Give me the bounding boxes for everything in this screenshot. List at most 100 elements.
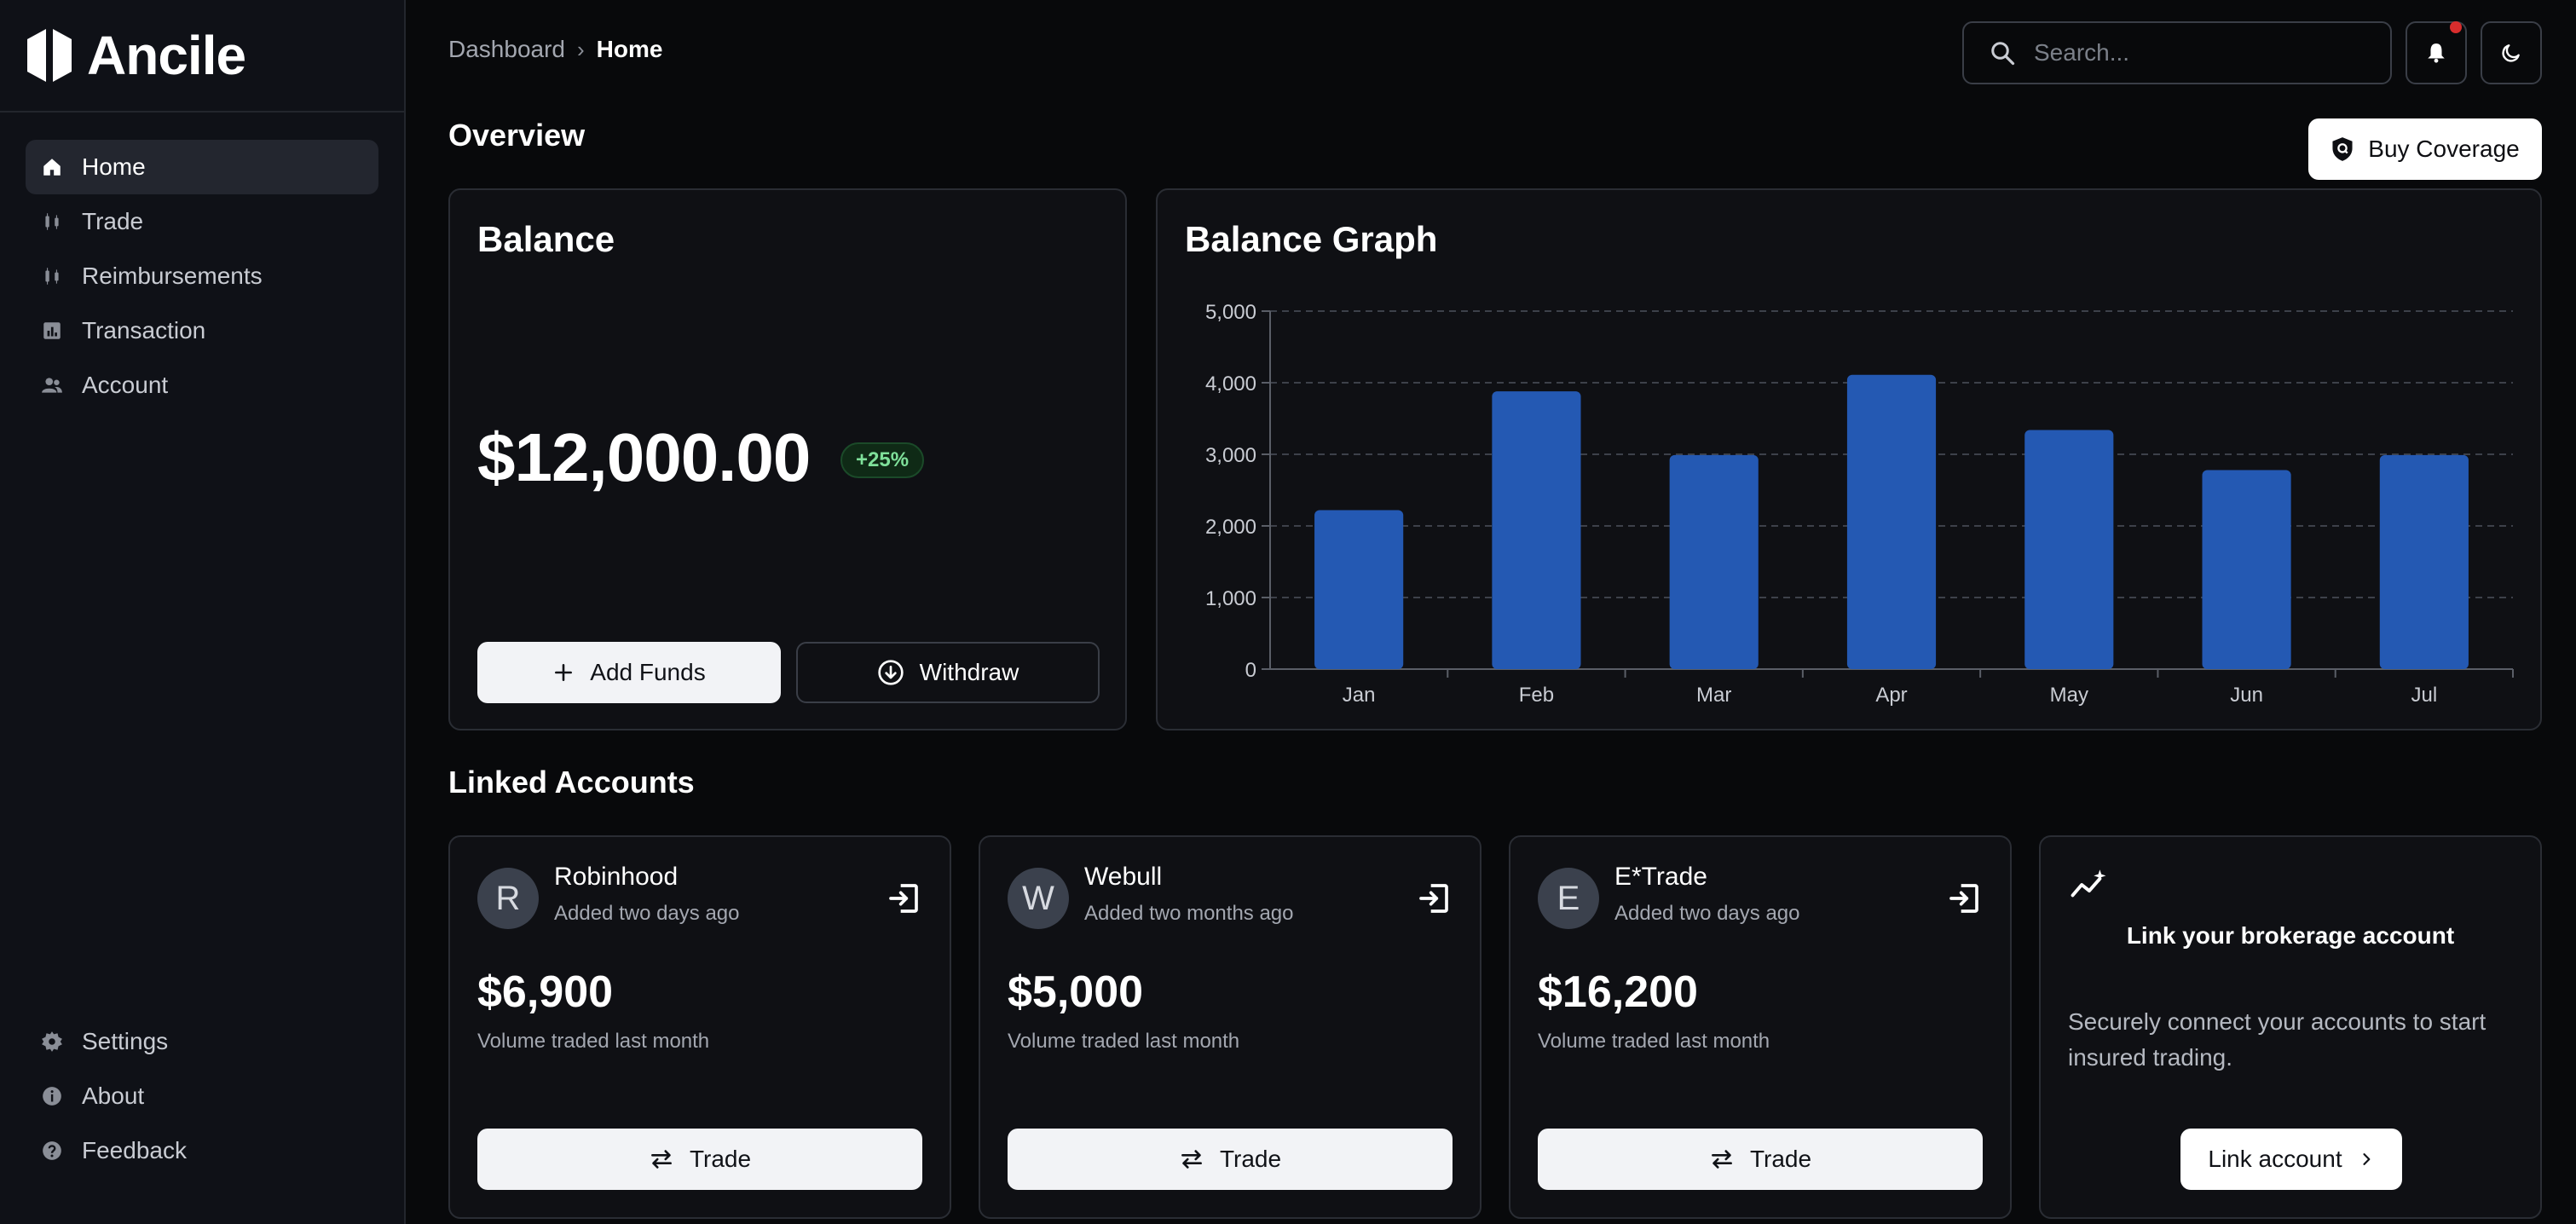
- x-tick-label: Mar: [1696, 684, 1731, 707]
- exit-icon[interactable]: [1417, 881, 1451, 915]
- ancile-logo-icon: [27, 29, 72, 82]
- account-added-date: Added two months ago: [1084, 902, 1294, 925]
- account-card: W Webull Added two months ago $5,000 Vol…: [979, 835, 1481, 1219]
- account-added-date: Added two days ago: [554, 902, 740, 925]
- sidebar-item-account[interactable]: Account: [26, 358, 378, 413]
- notification-dot: [2450, 21, 2462, 33]
- avatar: W: [1008, 868, 1069, 929]
- account-volume-caption: Volume traded last month: [477, 1030, 710, 1053]
- link-brokerage-card: Link your brokerage account Securely con…: [2039, 835, 2542, 1219]
- theme-toggle-button[interactable]: [2481, 21, 2542, 84]
- bell-icon: [2428, 43, 2445, 63]
- chart-bar: [1846, 374, 1937, 669]
- trade-button[interactable]: Trade: [477, 1129, 922, 1190]
- sidebar-item-reimbursements[interactable]: Reimbursements: [26, 249, 378, 303]
- sidebar-nav: Home Trade Reimbursements Transaction Ac…: [26, 140, 378, 413]
- y-tick-label: 3,000: [1205, 444, 1256, 467]
- y-tick-label: 5,000: [1205, 301, 1256, 324]
- y-tick-label: 2,000: [1205, 516, 1256, 539]
- withdraw-label: Withdraw: [919, 659, 1019, 685]
- sidebar-item-label: Settings: [82, 1028, 169, 1054]
- sidebar-item-about[interactable]: About: [26, 1069, 378, 1123]
- users-icon: [42, 378, 62, 393]
- account-volume: $16,200: [1538, 967, 1698, 1017]
- app-name: Ancile: [87, 25, 246, 86]
- chart-bar: [1669, 454, 1759, 669]
- trade-button[interactable]: Trade: [1538, 1129, 1983, 1190]
- buy-coverage-button[interactable]: Buy Coverage: [2308, 118, 2542, 180]
- account-volume-caption: Volume traded last month: [1538, 1030, 1770, 1053]
- avatar: R: [477, 868, 539, 929]
- sidebar-item-label: Trade: [82, 208, 144, 234]
- sidebar-item-label: Transaction: [82, 317, 206, 344]
- search-icon: [1991, 42, 2015, 66]
- trade-label: Trade: [1749, 1146, 1812, 1172]
- info-icon: [43, 1087, 61, 1106]
- breadcrumb-dashboard[interactable]: Dashboard: [448, 36, 565, 63]
- add-funds-button[interactable]: Add Funds: [477, 642, 781, 703]
- buy-coverage-label: Buy Coverage: [2368, 136, 2520, 162]
- chevron-right-icon: [2363, 1153, 2371, 1165]
- shield-icon: [2332, 137, 2353, 161]
- x-tick-label: May: [2050, 684, 2088, 707]
- trade-label: Trade: [1219, 1146, 1282, 1172]
- gear-icon: [42, 1031, 62, 1052]
- account-volume: $5,000: [1008, 967, 1144, 1017]
- exit-icon[interactable]: [1947, 881, 1981, 915]
- y-tick-label: 4,000: [1205, 372, 1256, 395]
- trade-button[interactable]: Trade: [1008, 1129, 1453, 1190]
- add-funds-label: Add Funds: [590, 659, 706, 685]
- sidebar-item-transaction[interactable]: Transaction: [26, 303, 378, 358]
- exit-icon[interactable]: [887, 881, 921, 915]
- sidebar-item-label: About: [82, 1083, 145, 1109]
- chart-bar: [2024, 430, 2114, 669]
- withdraw-button[interactable]: Withdraw: [796, 642, 1100, 703]
- account-volume-caption: Volume traded last month: [1008, 1030, 1240, 1053]
- account-card: E E*Trade Added two days ago $16,200 Vol…: [1509, 835, 2012, 1219]
- trade-label: Trade: [689, 1146, 752, 1172]
- sidebar-item-label: Feedback: [82, 1137, 187, 1163]
- avatar: E: [1538, 868, 1599, 929]
- link-brokerage-title: Link your brokerage account: [2126, 922, 2455, 949]
- notifications-button[interactable]: [2406, 21, 2467, 84]
- sidebar-item-label: Reimbursements: [82, 263, 263, 289]
- moon-icon: [2502, 44, 2520, 62]
- sidebar-item-settings[interactable]: Settings: [26, 1014, 378, 1069]
- balance-bar-chart: 0 1,000 2,000 3,000 4,000 5,000 Jan Feb Mar Apr Ma…: [1205, 301, 2514, 707]
- help-icon: [43, 1141, 61, 1160]
- link-account-button[interactable]: Link account: [2180, 1129, 2402, 1190]
- sparkle-chart-icon: [2071, 869, 2106, 898]
- sidebar-bottom-nav: Settings About Feedback: [26, 1014, 378, 1178]
- home-icon: [43, 159, 61, 176]
- account-card: R Robinhood Added two days ago $6,900 Vo…: [448, 835, 951, 1219]
- x-tick-label: Feb: [1519, 684, 1554, 707]
- account-volume: $6,900: [477, 967, 614, 1017]
- y-tick-label: 1,000: [1205, 587, 1256, 610]
- overview-title: Overview: [448, 118, 586, 153]
- swap-arrows-icon: [1712, 1150, 1732, 1169]
- logo[interactable]: Ancile: [0, 0, 404, 113]
- bar-chart-icon: [43, 322, 61, 339]
- chart-bar: [1492, 391, 1581, 669]
- account-added-date: Added two days ago: [1614, 902, 1800, 925]
- search-input[interactable]: [2034, 39, 2358, 66]
- account-name: E*Trade: [1614, 863, 1707, 891]
- balance-amount: $12,000.00: [477, 419, 811, 495]
- chart-bar: [2379, 454, 2469, 669]
- plus-icon: [555, 664, 573, 681]
- link-brokerage-description: Securely connect your accounts to start …: [2068, 1008, 2486, 1071]
- sidebar-item-trade[interactable]: Trade: [26, 194, 378, 249]
- sidebar-item-label: Account: [82, 372, 169, 398]
- sidebar: Ancile Home Trade Reimbursements Transac…: [0, 0, 406, 1224]
- balance-graph-card: Balance Graph 0 1,000 2,000 3,000 4,000 5,000…: [1156, 188, 2542, 730]
- swap-arrows-icon: [651, 1150, 672, 1169]
- breadcrumb: Dashboard › Home: [448, 36, 662, 63]
- sidebar-item-home[interactable]: Home: [26, 140, 378, 194]
- sidebar-item-feedback[interactable]: Feedback: [26, 1123, 378, 1178]
- search-box[interactable]: [1962, 21, 2392, 84]
- candlestick-icon: [45, 268, 59, 285]
- breadcrumb-home: Home: [596, 36, 663, 62]
- balance-change-badge: +25%: [840, 442, 925, 478]
- x-tick-label: Jan: [1343, 684, 1376, 707]
- y-tick-label: 0: [1245, 659, 1256, 682]
